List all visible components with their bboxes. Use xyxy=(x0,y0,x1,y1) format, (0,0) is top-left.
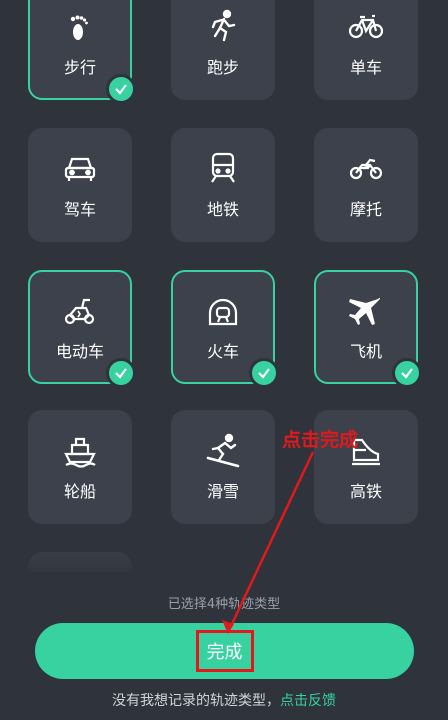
tile-label: 地铁 xyxy=(206,200,239,219)
running-icon xyxy=(171,8,275,44)
tile-label: 轮船 xyxy=(63,482,96,501)
motorcycle-icon xyxy=(314,150,418,186)
bottom-fade xyxy=(0,540,448,600)
tile-label: 高铁 xyxy=(349,482,382,501)
bicycle-icon xyxy=(314,8,418,44)
train-icon xyxy=(173,294,273,330)
tile-label: 摩托 xyxy=(349,200,382,219)
ship-icon xyxy=(28,432,132,468)
tile-label: 滑雪 xyxy=(206,482,239,501)
check-icon xyxy=(106,358,136,388)
tile-ebike[interactable]: 电动车 xyxy=(28,270,136,388)
footer-note: 没有我想记录的轨迹类型，点击反馈 xyxy=(0,690,448,710)
tile-label: 单车 xyxy=(349,58,382,77)
electric-scooter-icon xyxy=(30,294,130,330)
tile-label: 驾车 xyxy=(63,200,96,219)
selected-count-text: 已选择4种轨迹类型 xyxy=(167,597,281,612)
skiing-icon xyxy=(171,432,275,468)
done-button-label: 完成 xyxy=(195,630,254,672)
tile-ship[interactable]: 轮船 xyxy=(28,410,132,524)
tile-walk[interactable]: 步行 xyxy=(28,0,136,104)
tile-bike[interactable]: 单车 xyxy=(314,0,418,100)
check-icon xyxy=(106,74,136,104)
tile-ski[interactable]: 滑雪 xyxy=(171,410,275,524)
tile-subway[interactable]: 地铁 xyxy=(171,128,275,242)
done-button[interactable]: 完成 xyxy=(35,623,414,679)
footprint-icon xyxy=(30,10,130,46)
car-icon xyxy=(28,150,132,186)
tile-label: 跑步 xyxy=(206,58,239,77)
tile-train[interactable]: 火车 xyxy=(171,270,279,388)
feedback-link[interactable]: 点击反馈 xyxy=(280,693,336,709)
check-icon xyxy=(392,358,422,388)
subway-icon xyxy=(171,150,275,186)
tile-drive[interactable]: 驾车 xyxy=(28,128,132,242)
annotation-label: 点击完成 xyxy=(282,429,359,451)
tile-motorcycle[interactable]: 摩托 xyxy=(314,128,418,242)
tile-plane[interactable]: 飞机 xyxy=(314,270,422,388)
airplane-icon xyxy=(316,294,416,330)
tile-run[interactable]: 跑步 xyxy=(171,0,275,100)
check-icon xyxy=(249,358,279,388)
footer-text: 没有我想记录的轨迹类型， xyxy=(112,693,280,709)
